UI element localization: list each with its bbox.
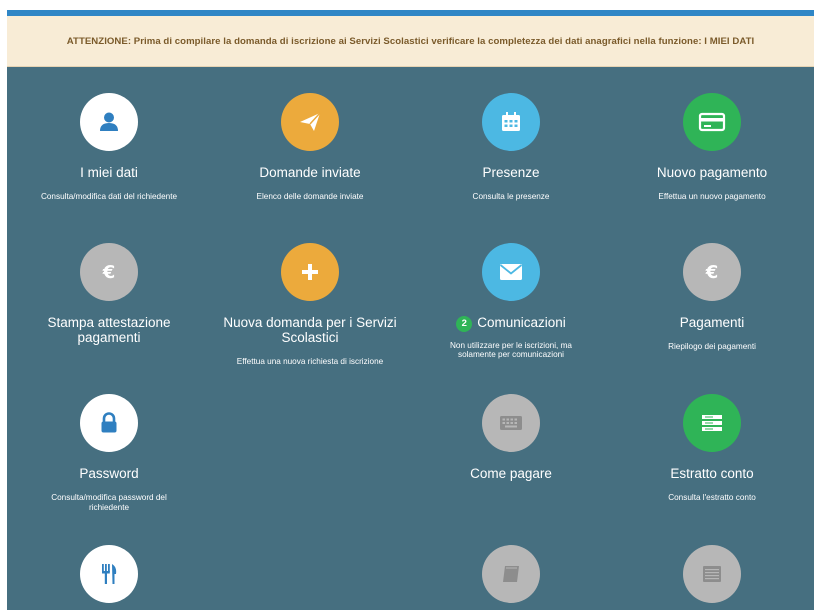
notice-text: ATTENZIONE: Prima di compilare la domand… [66,35,755,47]
euro-icon: € [80,243,138,301]
tile-title: Nuovo pagamento [656,165,768,180]
credit-card-icon [683,93,741,151]
svg-text:€: € [102,262,116,283]
tile-description: Effettua un nuovo pagamento [658,192,766,201]
tile-description: Effettua una nuova richiesta di iscrizio… [236,357,384,366]
tile-title: Password [79,466,139,481]
tile-book[interactable] [409,545,613,603]
tile-description: Consulta/modifica dati del richiedente [40,192,178,201]
tile-estratto-conto[interactable]: Estratto conto Consulta l'estratto conto [610,394,814,503]
envelope-icon [482,243,540,301]
tile-description: Consulta/modifica password del richieden… [51,493,167,512]
tile-description: Riepilogo dei pagamenti [668,342,756,351]
tile-password[interactable]: Password Consulta/modifica password del … [7,394,211,512]
keyboard-icon [482,394,540,452]
tile-title: Come pagare [470,466,552,481]
dashboard-grid: I miei dati Consulta/modifica dati del r… [7,67,814,610]
cutlery-icon [80,545,138,603]
tile-stampa-attestazione[interactable]: € Stampa attestazione pagamenti [7,243,211,357]
list-icon [683,545,741,603]
app-window: ATTENZIONE: Prima di compilare la domand… [7,10,814,610]
tile-nuovo-pagamento[interactable]: Nuovo pagamento Effettua un nuovo pagame… [610,93,814,202]
tile-come-pagare[interactable]: Come pagare [409,394,613,493]
tile-description: Non utilizzare per le iscrizioni, ma sol… [450,340,572,360]
tile-title: Presenze [482,165,540,180]
svg-text:€: € [705,262,719,283]
tile-title: Stampa attestazione pagamenti [47,315,171,345]
tile-domande-inviate[interactable]: Domande inviate Elenco delle domande inv… [208,93,412,202]
tile-title: I miei dati [80,165,138,180]
tile-title: 2 Comunicazioni [456,315,566,332]
tile-i-miei-dati[interactable]: I miei dati Consulta/modifica dati del r… [7,93,211,202]
tile-nuova-domanda[interactable]: Nuova domanda per i Servizi Scolastici E… [208,243,412,367]
list-icon [683,394,741,452]
calendar-icon [482,93,540,151]
tile-description: Consulta le presenze [472,192,550,201]
user-icon [80,93,138,151]
tile-title: Pagamenti [679,315,745,330]
tile-title: Nuova domanda per i Servizi Scolastici [223,315,397,345]
tile-pagamenti[interactable]: € Pagamenti Riepilogo dei pagamenti [610,243,814,352]
tile-mensa[interactable] [7,545,211,603]
lock-icon [80,394,138,452]
tile-comunicazioni[interactable]: 2 Comunicazioni Non utilizzare per le isc… [409,243,613,360]
tile-title: Domande inviate [259,165,361,180]
paper-plane-icon [281,93,339,151]
tile-description: Consulta l'estratto conto [668,493,756,502]
tile-presenze[interactable]: Presenze Consulta le presenze [409,93,613,202]
book-icon [482,545,540,603]
tile-title-text: Comunicazioni [477,315,566,330]
tile-list[interactable] [610,545,814,603]
notice-banner: ATTENZIONE: Prima di compilare la domand… [7,16,814,67]
plus-icon [281,243,339,301]
euro-icon: € [683,243,741,301]
unread-count-badge: 2 [456,315,473,332]
tile-description: Elenco delle domande inviate [256,192,364,201]
tile-title: Estratto conto [670,466,754,481]
